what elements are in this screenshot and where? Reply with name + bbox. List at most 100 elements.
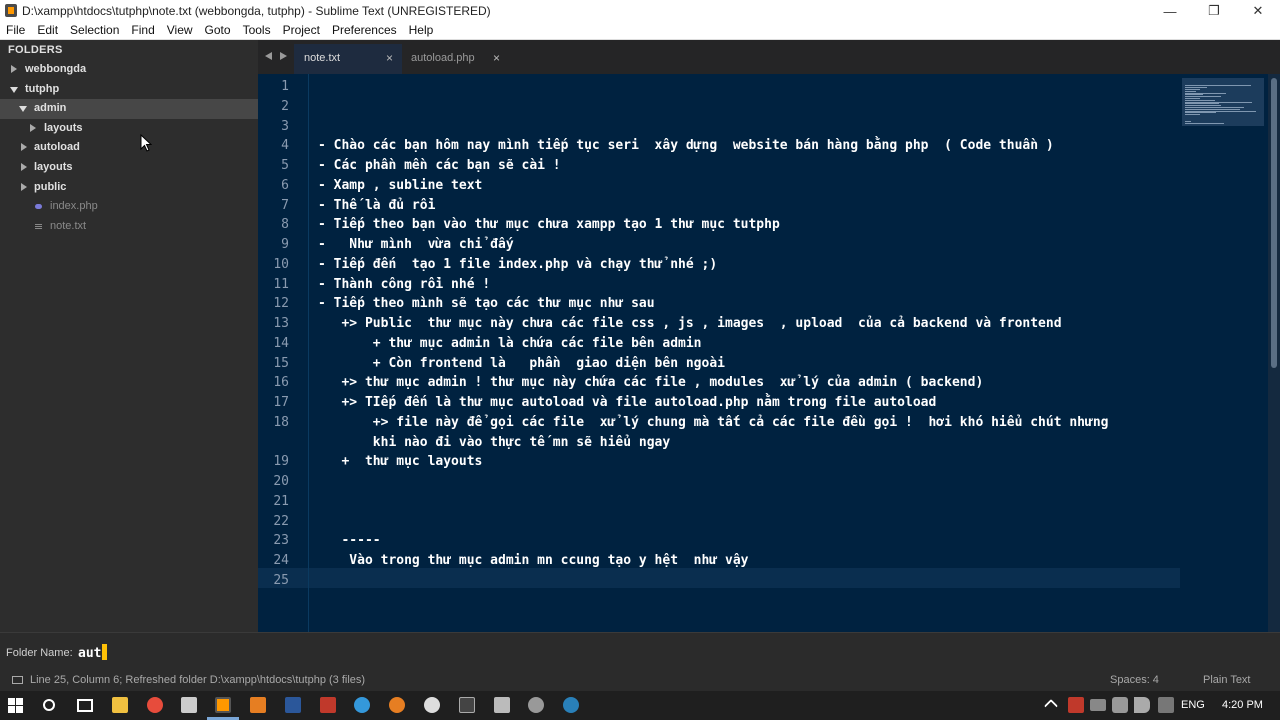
app-icon[interactable] — [181, 697, 197, 713]
line-number: 2 — [281, 99, 289, 114]
vertical-scrollbar[interactable] — [1268, 74, 1280, 632]
code-line[interactable]: 15 + Còn frontend là phần giao diện bên … — [258, 353, 1258, 373]
tree-folder-layouts[interactable]: layouts — [0, 158, 258, 178]
tab-autoload-php[interactable]: autoload.php × — [401, 44, 511, 74]
terminal-icon[interactable] — [459, 697, 475, 713]
menu-project[interactable]: Project — [277, 22, 326, 39]
tree-folder-public[interactable]: public — [0, 178, 258, 198]
input-language[interactable]: ENG — [1181, 699, 1205, 711]
network-icon[interactable] — [1112, 697, 1128, 713]
code-line[interactable]: 19 + thư mục layouts — [258, 451, 1258, 471]
teamviewer-icon[interactable] — [563, 697, 579, 713]
tab-note-txt[interactable]: note.txt × — [294, 44, 402, 74]
speaker-icon[interactable] — [1134, 697, 1150, 713]
code-line[interactable]: 13 +> Public thư mục này chưa các file c… — [258, 313, 1258, 333]
code-line[interactable]: 17 +> TIếp đến là thư mục autoload và fi… — [258, 392, 1258, 412]
tree-file-note-txt[interactable]: note.txt — [0, 217, 258, 237]
code-line[interactable]: 10 - Tiếp đến tạo 1 file index.php và chạ… — [258, 254, 1258, 274]
menu-edit[interactable]: Edit — [31, 22, 64, 39]
code-line[interactable]: 9 - Như mình vừa chỉ đấy — [258, 234, 1258, 254]
word-icon[interactable] — [285, 697, 301, 713]
xampp-icon[interactable] — [250, 697, 266, 713]
tree-folder-webbongda[interactable]: webbongda — [0, 60, 258, 80]
minimize-button[interactable]: — — [1148, 0, 1192, 22]
chevron-right-icon[interactable] — [21, 163, 27, 171]
search-icon[interactable] — [43, 699, 55, 711]
gear-icon[interactable] — [528, 697, 544, 713]
line-text: +> TIếp đến là thư mục autoload và file … — [318, 395, 937, 410]
indentation-setting[interactable]: Spaces: 4 — [1110, 674, 1159, 686]
tree-item-label: admin — [34, 102, 67, 114]
menu-tools[interactable]: Tools — [237, 22, 277, 39]
tab-scroll-right-icon[interactable] — [280, 52, 287, 60]
code-line[interactable]: 2 — [258, 96, 1258, 116]
clock[interactable]: 4:20 PM — [1222, 699, 1263, 711]
scrollbar-thumb[interactable] — [1271, 78, 1277, 368]
code-line[interactable]: 5 - Các phần mền các bạn sẽ cài ! — [258, 155, 1258, 175]
code-line[interactable]: 16 +> thư mục admin ! thư mục này chứa c… — [258, 372, 1258, 392]
folder-name-input[interactable]: aut — [74, 641, 1274, 665]
close-button[interactable]: ✕ — [1236, 0, 1280, 22]
code-line[interactable]: 4 - Chào các bạn hôm nay mình tiếp tục se… — [258, 135, 1258, 155]
line-number: 16 — [273, 375, 289, 390]
chevron-down-icon[interactable] — [19, 106, 27, 112]
tray-expand-icon[interactable] — [1043, 698, 1059, 714]
line-text: +> file này để gọi các file xử lý chung … — [318, 415, 1109, 430]
chevron-right-icon[interactable] — [21, 143, 27, 151]
code-line[interactable]: 1 — [258, 76, 1258, 96]
code-line[interactable]: 11 - Thành công rồi nhé ! — [258, 274, 1258, 294]
menu-goto[interactable]: Goto — [199, 22, 237, 39]
menu-preferences[interactable]: Preferences — [326, 22, 403, 39]
folder-name-label: Folder Name: — [6, 647, 73, 659]
menu-find[interactable]: Find — [125, 22, 160, 39]
task-view-icon[interactable] — [77, 699, 93, 712]
syntax-selector[interactable]: Plain Text — [1203, 674, 1251, 686]
file-explorer-icon[interactable] — [112, 697, 128, 713]
code-line[interactable]: 14 + thư mục admin là chứa các file bên … — [258, 333, 1258, 353]
chevron-right-icon[interactable] — [21, 183, 27, 191]
menu-selection[interactable]: Selection — [64, 22, 125, 39]
code-line[interactable]: 23 ----- — [258, 530, 1258, 550]
chevron-right-icon[interactable] — [30, 124, 36, 132]
code-line[interactable]: 3 — [258, 116, 1258, 136]
windows-start-icon[interactable] — [8, 698, 24, 714]
tab-scroll-left-icon[interactable] — [265, 52, 272, 60]
code-line[interactable]: 8 - Tiếp theo bạn vào thư mục chưa xampp … — [258, 214, 1258, 234]
menu-view[interactable]: View — [161, 22, 199, 39]
firefox-icon[interactable] — [389, 697, 405, 713]
tab-close-icon[interactable]: × — [386, 51, 393, 65]
line-text: + thư mục admin là chứa các file bên adm… — [318, 336, 702, 351]
code-line[interactable]: 12 - Tiếp theo mình sẽ tạo các thư mục nh… — [258, 293, 1258, 313]
code-line[interactable]: 21 — [258, 491, 1258, 511]
menu-help[interactable]: Help — [403, 22, 440, 39]
tree-folder-admin-layouts[interactable]: layouts — [0, 119, 258, 139]
app-icon[interactable] — [494, 697, 510, 713]
text-editor[interactable]: 1 2 34- Chào các bạn hôm nay mình tiếp tục… — [258, 74, 1268, 632]
tree-folder-tutphp[interactable]: tutphp — [0, 80, 258, 100]
tree-file-index-php[interactable]: index.php — [0, 197, 258, 217]
chevron-down-icon[interactable] — [10, 87, 18, 93]
opera-icon[interactable] — [424, 697, 440, 713]
code-line[interactable]: 25 — [258, 570, 1258, 590]
keyboard-icon[interactable] — [1158, 697, 1174, 713]
code-line[interactable]: 18 +> file này để gọi các file xử lý chu… — [258, 412, 1258, 432]
battery-icon[interactable] — [1090, 699, 1106, 711]
code-line[interactable]: 20 — [258, 471, 1258, 491]
tab-close-icon[interactable]: × — [493, 51, 500, 65]
filezilla-icon[interactable] — [320, 697, 336, 713]
menu-file[interactable]: File — [0, 22, 31, 39]
browser-icon[interactable] — [354, 697, 370, 713]
vietkey-icon[interactable] — [1068, 697, 1084, 713]
sublime-text-icon[interactable] — [215, 697, 231, 713]
code-line[interactable]: 7 - Thế là đủ rồi — [258, 195, 1258, 215]
panel-toggle-icon[interactable] — [12, 676, 23, 684]
code-line[interactable]: 24 Vào trong thư mục admin mn ccung tạo … — [258, 550, 1258, 570]
chrome-icon[interactable] — [147, 697, 163, 713]
tree-folder-admin[interactable]: admin — [0, 99, 258, 119]
code-line[interactable]: 22 — [258, 511, 1258, 531]
maximize-button[interactable]: ❐ — [1192, 0, 1236, 22]
minimap[interactable] — [1182, 78, 1264, 126]
chevron-right-icon[interactable] — [11, 65, 17, 73]
tree-folder-autoload[interactable]: autoload — [0, 138, 258, 158]
code-line[interactable]: 6 - Xamp , subline text — [258, 175, 1258, 195]
